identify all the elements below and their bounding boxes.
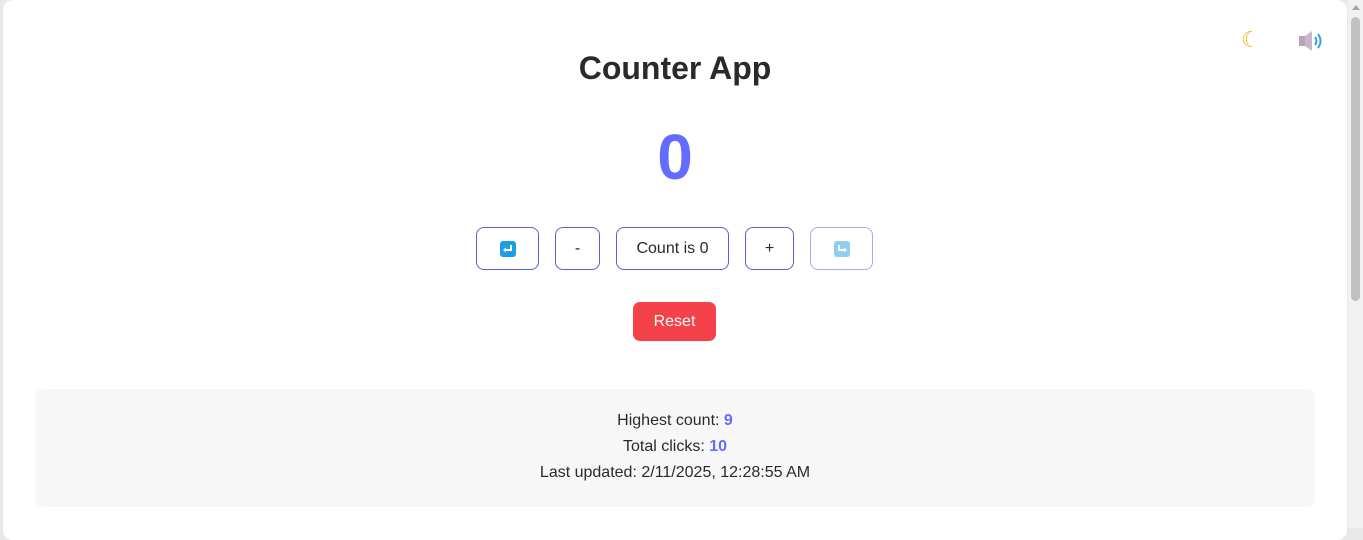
- total-clicks-stat: Total clicks: 10: [35, 437, 1315, 457]
- increment-button[interactable]: +: [745, 227, 794, 270]
- page-title: Counter App: [578, 50, 772, 86]
- vertical-scrollbar[interactable]: [1348, 0, 1363, 528]
- stats-panel: Highest count: 9 Total clicks: 10 Last u…: [35, 389, 1315, 507]
- scroll-up-arrow-icon[interactable]: [1352, 5, 1360, 10]
- last-updated-value: 2/11/2025, 12:28:55 AM: [641, 464, 811, 481]
- last-updated-label: Last updated:: [539, 464, 637, 481]
- highest-count-value: 9: [723, 412, 733, 429]
- total-clicks-label: Total clicks:: [622, 438, 705, 455]
- highest-count-stat: Highest count: 9: [35, 411, 1315, 431]
- count-status-button[interactable]: Count is 0: [616, 227, 729, 270]
- undo-icon: [499, 240, 516, 257]
- redo-icon: [833, 240, 850, 257]
- highest-count-label: Highest count:: [617, 412, 720, 429]
- total-clicks-value: 10: [709, 438, 728, 455]
- reset-button[interactable]: Reset: [633, 302, 716, 341]
- decrement-button[interactable]: -: [555, 227, 600, 270]
- counter-value: 0: [657, 121, 693, 193]
- scrollbar-thumb[interactable]: [1351, 17, 1360, 301]
- last-updated-stat: Last updated: 2/11/2025, 12:28:55 AM: [35, 463, 1315, 483]
- redo-button[interactable]: [810, 227, 873, 270]
- app-card: ☾ Counter App 0 - Count is 0 + Reset Hig…: [3, 0, 1347, 540]
- undo-button[interactable]: [476, 227, 539, 270]
